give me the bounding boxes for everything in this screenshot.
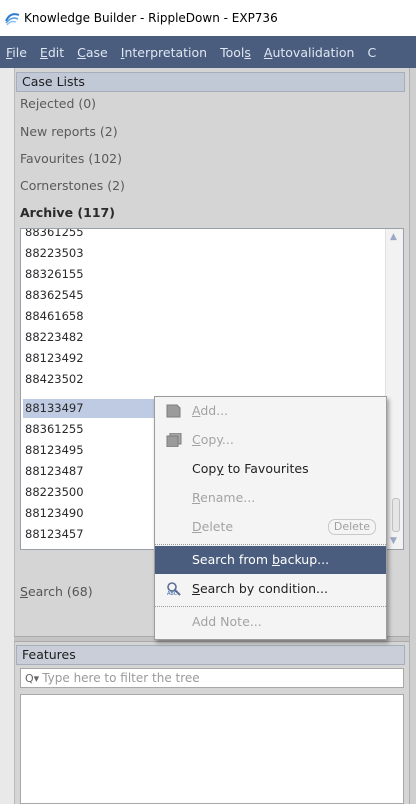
rippledown-app-icon [5,13,20,26]
menu-tools[interactable]: Tools [220,45,251,60]
case-row[interactable]: 88223482 [23,328,383,347]
copy-favourites-mnemonic: y [216,461,224,476]
case-list-new-reports[interactable]: New reports (2) [20,124,118,139]
menu-item-rename[interactable]: Rename... [155,484,386,512]
menu-item-add[interactable]: Add... [155,397,386,425]
search-condition-icon: ABC [167,582,181,596]
menu-autovalidation-mnemonic: A [263,44,273,60]
delete-mnemonic: D [192,519,202,534]
case-list-cornerstones[interactable]: Cornerstones (2) [20,178,125,193]
add-icon [166,404,181,418]
case-row[interactable]: 88361255 [23,229,383,242]
menu-item-search-from-backup-label: Search from backup... [192,552,330,567]
menu-item-add-note[interactable]: Add Note... [155,608,386,636]
scroll-down-arrow-icon[interactable]: ▼ [390,536,397,546]
splitter-right[interactable] [409,68,416,804]
case-context-menu: Add... Copy... Copy to Favourites Rename… [154,396,387,640]
menu-item-add-label: Add... [192,403,229,418]
menu-autovalidation[interactable]: Autovalidation [264,45,355,60]
case-row[interactable]: 88423502 [23,370,383,389]
menu-tools-mnemonic: s [244,44,251,60]
copy-mnemonic: C [192,432,201,447]
menu-item-delete[interactable]: Delete Delete [155,513,386,541]
svg-text:ABC: ABC [167,591,178,596]
case-row[interactable]: 88123492 [23,349,383,368]
search-mnemonic: S [20,584,28,599]
backup-mnemonic: b [271,552,280,567]
menu-separator [155,544,386,545]
menu-case-mnemonic: C [77,44,86,60]
case-lists-header: Case Lists [16,72,405,92]
delete-shortcut-badge: Delete [327,519,376,535]
menu-item-copy[interactable]: Copy... [155,426,386,454]
add-mnemonic: A [192,403,201,418]
menu-interpretation-mnemonic: I [120,44,125,60]
features-header: Features [16,645,405,665]
copy-icon [166,433,182,447]
features-filter-input[interactable] [42,671,383,685]
menu-item-copy-to-favourites[interactable]: Copy to Favourites [155,455,386,483]
context-menu-scroll-thumb[interactable] [392,498,400,532]
menu-separator [155,606,386,607]
window-title: Knowledge Builder - RippleDown - EXP736 [24,11,278,25]
search-condition-mnemonic: S [192,581,200,596]
menu-bar: File Edit Case Interpretation Tools Auto… [0,36,416,68]
menu-item-search-by-condition-label: Search by condition... [192,581,328,596]
case-list-rejected[interactable]: Rejected (0) [20,96,96,111]
menu-edit[interactable]: Edit [40,45,64,60]
window-left-edge [0,68,14,804]
scroll-up-arrow-icon[interactable]: ▲ [390,232,397,242]
menu-item-delete-label: Delete [192,519,234,534]
menu-item-rename-label: Rename... [192,490,256,505]
case-row[interactable]: 88223503 [23,244,383,263]
case-row[interactable]: 88362545 [23,286,383,305]
features-filter[interactable]: Q▾ [20,668,404,688]
menu-item-copy-to-favourites-label: Copy to Favourites [192,461,309,476]
menu-edit-mnemonic: E [39,44,48,60]
menu-interpretation[interactable]: Interpretation [121,45,207,60]
title-bar: Knowledge Builder - RippleDown - EXP736 [0,0,416,36]
menu-case[interactable]: Case [77,45,108,60]
menu-item-add-note-label: Add Note... [192,614,262,629]
case-row[interactable]: 88326155 [23,265,383,284]
menu-file[interactable]: File [6,45,27,60]
menu-item-search-by-condition[interactable]: ABC Search by condition... [155,575,386,603]
case-list-archive[interactable]: Archive (117) [20,205,115,220]
menu-overflow[interactable]: C [367,45,376,60]
case-list-favourites[interactable]: Favourites (102) [20,151,122,166]
features-tree[interactable] [20,694,404,804]
menu-item-search-from-backup[interactable]: Search from backup... [155,546,386,574]
case-row[interactable]: 88461658 [23,307,383,326]
menu-file-mnemonic: F [6,44,13,60]
search-filter-icon[interactable]: Q▾ [25,672,39,685]
rename-mnemonic: R [192,490,201,505]
menu-item-copy-label: Copy... [192,432,234,447]
case-list-search[interactable]: Search (68) [20,584,93,599]
